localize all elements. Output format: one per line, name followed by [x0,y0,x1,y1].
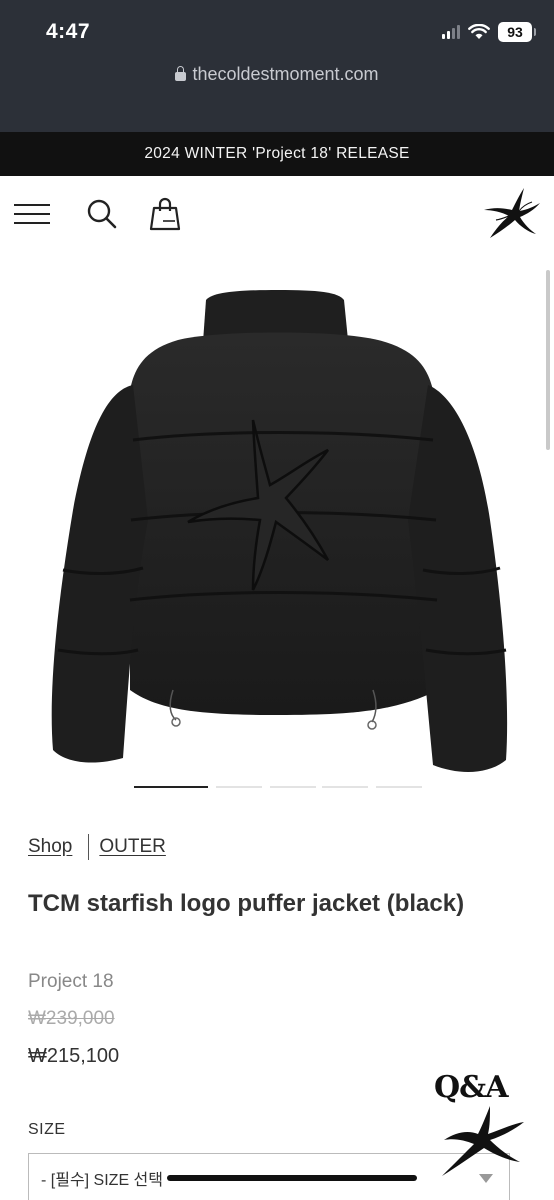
cellular-signal-icon [442,25,460,39]
lock-icon [175,66,187,81]
gallery-pagination [0,786,554,790]
breadcrumb-shop-link[interactable]: Shop [28,836,72,858]
site-header [0,176,554,252]
starfish-icon [442,1106,524,1176]
product-photo-puffer-jacket [51,290,508,772]
qa-button[interactable]: Q&A [428,1068,532,1180]
page-scrollbar[interactable] [546,270,550,450]
redaction-mark [167,1175,417,1181]
gallery-dot-4[interactable] [322,786,368,788]
announcement-bar[interactable]: 2024 WINTER 'Project 18' RELEASE [0,132,554,176]
battery-indicator: 93 [498,22,536,42]
breadcrumb-category-link[interactable]: OUTER [99,836,166,858]
status-indicators: 93 [442,22,536,42]
status-time: 4:47 [46,20,91,43]
search-button[interactable] [82,194,122,234]
gallery-dot-2[interactable] [216,786,262,788]
size-select-value: - [필수] SIZE 선택 [41,1172,163,1189]
sale-price: ₩215,100 [28,1045,120,1067]
wifi-icon [468,24,490,39]
ios-status-and-url-bar: 4:47 93 thecoldestmoment.com [0,0,554,132]
breadcrumb: Shop OUTER [28,834,166,860]
menu-button[interactable] [12,194,52,234]
search-icon [87,199,117,229]
breadcrumb-separator [88,834,90,860]
address-bar[interactable]: thecoldestmoment.com [0,64,554,85]
starfish-logo[interactable] [482,186,542,242]
product-brand: Project 18 [28,971,114,992]
cart-button[interactable] [145,194,185,234]
gallery-dot-3[interactable] [270,786,316,788]
shopping-bag-icon [149,197,181,231]
size-label: SIZE [28,1121,66,1138]
product-image-gallery[interactable] [0,252,554,782]
product-title: TCM starfish logo puffer jacket (black) [28,890,465,917]
menu-icon [14,204,50,224]
original-price: ₩239,000 [28,1008,115,1029]
url-text: thecoldestmoment.com [192,64,379,84]
gallery-dot-5[interactable] [376,786,422,788]
gallery-dot-1[interactable] [134,786,208,788]
